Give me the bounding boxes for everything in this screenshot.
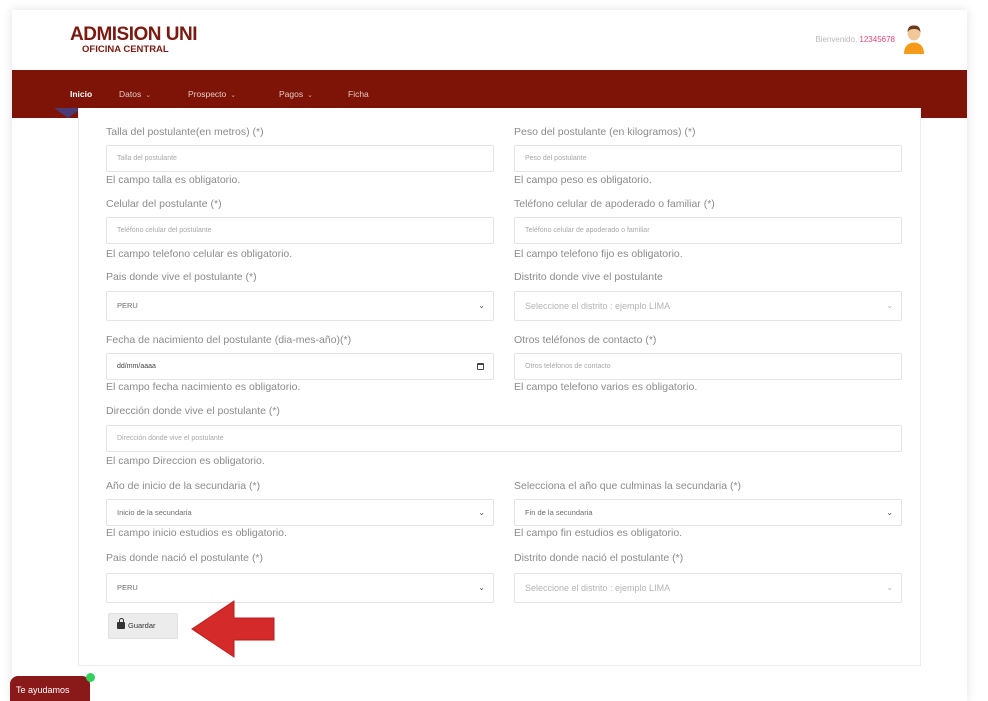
- chevron-down-icon: ⌄: [886, 508, 893, 517]
- talla-error: El campo talla es obligatorio.: [106, 174, 241, 186]
- fecha-nacimiento-error: El campo fecha nacimiento es obligatorio…: [106, 381, 301, 393]
- fin-secundaria-label: Selecciona el año que culminas la secund…: [514, 480, 742, 492]
- talla-input[interactable]: Talla del postulante: [106, 145, 494, 172]
- direccion-label: Dirección donde vive el postulante (*): [106, 405, 280, 417]
- distrito-vive-select[interactable]: Seleccione el distrito : ejemplo LIMA ⌄: [514, 291, 902, 321]
- help-chat-button[interactable]: Te ayudamos: [10, 676, 90, 701]
- welcome-prefix: Bienvenido,: [815, 35, 858, 44]
- nav-prospecto-label: Prospecto: [188, 89, 227, 99]
- logo-title: ADMISION UNI: [70, 24, 198, 45]
- nav-inicio[interactable]: Inicio: [70, 89, 92, 99]
- chevron-down-icon: ⌄: [478, 301, 485, 310]
- nav-ficha-label: Ficha: [348, 89, 369, 99]
- talla-label: Talla del postulante(en metros) (*): [106, 126, 264, 138]
- user-avatar-icon[interactable]: [903, 24, 925, 54]
- fin-secundaria-error: El campo fin estudios es obligatorio.: [514, 527, 683, 539]
- chevron-down-icon: ⌄: [478, 583, 485, 592]
- calendar-icon[interactable]: [477, 363, 484, 370]
- telefono-apoderado-input[interactable]: Teléfono celular de apoderado o familiar: [514, 217, 902, 244]
- pais-nacio-select[interactable]: PERU ⌄: [106, 573, 494, 603]
- pais-vive-value: PERU: [117, 301, 138, 310]
- nav-ficha[interactable]: Ficha: [348, 89, 369, 99]
- distrito-nacio-select[interactable]: Seleccione el distrito : ejemplo LIMA ⌄: [514, 573, 902, 603]
- peso-error: El campo peso es obligatorio.: [514, 174, 652, 186]
- peso-input[interactable]: Peso del postulante: [514, 145, 902, 172]
- peso-label: Peso del postulante (en kilogramos) (*): [514, 126, 696, 138]
- fin-secundaria-select[interactable]: Fin de la secundaria ⌄: [514, 499, 902, 526]
- inicio-secundaria-error: El campo inicio estudios es obligatorio.: [106, 527, 287, 539]
- help-chat-label: Te ayudamos: [16, 685, 70, 695]
- pais-vive-label: Pais donde vive el postulante (*): [106, 271, 257, 283]
- inicio-secundaria-label: Año de inicio de la secundaria (*): [106, 480, 261, 492]
- header: ADMISION UNI OFICINA CENTRAL Bienvenido,…: [12, 10, 967, 70]
- otros-telefonos-error: El campo telefono varios es obligatorio.: [514, 381, 698, 393]
- celular-label: Celular del postulante (*): [106, 198, 222, 210]
- inicio-secundaria-value: Inicio de la secundaria: [117, 508, 192, 517]
- distrito-vive-placeholder: Seleccione el distrito : ejemplo LIMA: [525, 301, 671, 311]
- distrito-vive-label: Distrito donde vive el postulante: [514, 271, 663, 283]
- lock-icon: [117, 618, 125, 629]
- distrito-nacio-placeholder: Seleccione el distrito : ejemplo LIMA: [525, 583, 671, 593]
- fin-secundaria-value: Fin de la secundaria: [525, 508, 593, 517]
- nav-pagos[interactable]: Pagos ⌄: [279, 89, 313, 99]
- celular-error: El campo telefono celular es obligatorio…: [106, 248, 293, 260]
- welcome-user: 12345678: [859, 35, 895, 44]
- fecha-nacimiento-placeholder: dd/mm/aaaa: [117, 363, 156, 370]
- chevron-down-icon: ⌄: [886, 301, 893, 310]
- save-button-label: Guardar: [128, 621, 156, 630]
- telefono-apoderado-label: Teléfono celular de apoderado o familiar…: [514, 198, 715, 210]
- pais-vive-select[interactable]: PERU ⌄: [106, 291, 494, 321]
- nav-datos[interactable]: Datos ⌄: [119, 89, 151, 99]
- inicio-secundaria-select[interactable]: Inicio de la secundaria ⌄: [106, 499, 494, 526]
- online-status-indicator: [86, 673, 95, 682]
- direccion-error: El campo Direccion es obligatorio.: [106, 455, 265, 467]
- chevron-down-icon: ⌄: [145, 92, 152, 99]
- pais-nacio-value: PERU: [117, 583, 138, 592]
- telefono-apoderado-error: El campo telefono fijo es obligatorio.: [514, 248, 683, 260]
- nav-datos-label: Datos: [119, 89, 142, 99]
- welcome-text: Bienvenido, 12345678: [815, 35, 895, 44]
- pointer-arrow-icon: [191, 600, 275, 658]
- fecha-nacimiento-label: Fecha de nacimiento del postulante (dia-…: [106, 334, 352, 346]
- direccion-input[interactable]: Dirección donde vive el postulante: [106, 425, 902, 452]
- fecha-nacimiento-input[interactable]: dd/mm/aaaa: [106, 353, 494, 380]
- chevron-down-icon: ⌄: [478, 508, 485, 517]
- distrito-nacio-label: Distrito donde nació el postulante (*): [514, 552, 684, 564]
- nav-pagos-label: Pagos: [279, 89, 304, 99]
- chevron-down-icon: ⌄: [230, 92, 237, 99]
- celular-input[interactable]: Teléfono celular del postulante: [106, 217, 494, 244]
- save-button[interactable]: Guardar: [108, 613, 178, 639]
- pais-nacio-label: Pais donde nació el postulante (*): [106, 552, 264, 564]
- otros-telefonos-label: Otros teléfonos de contacto (*): [514, 334, 657, 346]
- nav-inicio-label: Inicio: [70, 89, 93, 99]
- chevron-down-icon: ⌄: [307, 92, 313, 99]
- otros-telefonos-input[interactable]: Otros teléfonos de contacto: [514, 353, 902, 380]
- chevron-down-icon: ⌄: [886, 583, 893, 592]
- nav-prospecto[interactable]: Prospecto ⌄: [188, 89, 236, 99]
- logo-subtitle: OFICINA CENTRAL: [82, 44, 169, 55]
